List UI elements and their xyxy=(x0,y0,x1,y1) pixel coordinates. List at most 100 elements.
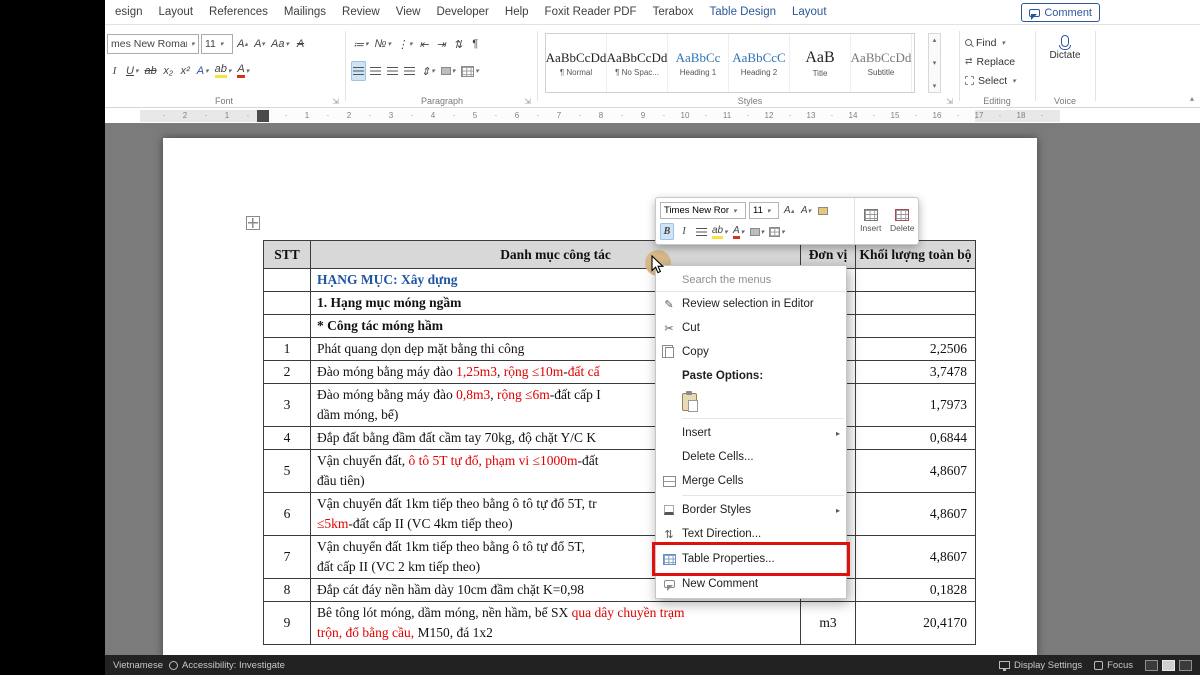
change-case-button[interactable]: Aa▾ xyxy=(269,34,291,54)
mini-italic-button[interactable]: I xyxy=(677,223,691,240)
menu-item-delete-cells[interactable]: Delete Cells... xyxy=(656,445,846,469)
cell-qty[interactable]: 3,7478 xyxy=(856,361,976,384)
style-normal[interactable]: AaBbCcDd¶ Normal xyxy=(546,34,607,92)
cell-name[interactable]: Bê tông lót móng, dầm móng, nền hầm, bể … xyxy=(311,602,801,645)
comment-button[interactable]: Comment xyxy=(1021,3,1100,22)
mini-highlight-button[interactable]: ab▾ xyxy=(711,223,729,240)
mini-insert-button[interactable]: Insert xyxy=(855,198,887,244)
cell-qty[interactable] xyxy=(856,292,976,315)
ribbon-tab-help[interactable]: Help xyxy=(497,0,537,24)
ribbon-tab-references[interactable]: References xyxy=(201,0,276,24)
shrink-font-button[interactable]: A▾ xyxy=(252,34,267,54)
borders-button[interactable]: ▾ xyxy=(459,61,481,81)
menu-search-input[interactable]: Search the menus xyxy=(656,268,846,292)
focus-button[interactable]: Focus xyxy=(1094,660,1133,671)
cell-stt[interactable]: 9 xyxy=(264,602,311,645)
multilevel-list-button[interactable]: ⋮▾ xyxy=(395,34,415,54)
accessibility-status[interactable]: Accessibility: Investigate xyxy=(169,660,285,671)
menu-item-new-comment[interactable]: New Comment xyxy=(656,572,846,596)
select-button[interactable]: Select▾ xyxy=(965,71,1029,90)
web-layout-button[interactable] xyxy=(1179,660,1192,671)
cell-stt[interactable]: 1 xyxy=(264,338,311,361)
ribbon-tab-terabox[interactable]: Terabox xyxy=(645,0,702,24)
ribbon-tab-table-design[interactable]: Table Design xyxy=(702,0,784,24)
menu-item-copy[interactable]: Copy xyxy=(656,340,846,364)
style-heading-2[interactable]: AaBbCcCHeading 2 xyxy=(729,34,790,92)
show-formatting-button[interactable]: ¶ xyxy=(467,34,482,54)
cell-qty[interactable]: 1,7973 xyxy=(856,384,976,427)
header-stt[interactable]: STT xyxy=(264,241,311,269)
menu-item-review-selection-in-editor[interactable]: ✎Review selection in Editor xyxy=(656,292,846,316)
font-color-button[interactable]: A▾ xyxy=(235,61,251,81)
justify-button[interactable] xyxy=(402,61,417,81)
replace-button[interactable]: ⇄Replace xyxy=(965,52,1029,71)
style-subtitle[interactable]: AaBbCcDdSubtitle xyxy=(851,34,912,92)
menu-item-table-properties[interactable]: Table Properties... xyxy=(656,546,846,572)
cell-qty[interactable]: 4,8607 xyxy=(856,450,976,493)
decrease-indent-button[interactable]: ⇤ xyxy=(416,34,431,54)
menu-item-text-direction[interactable]: ⇅Text Direction... xyxy=(656,522,846,546)
ribbon-tab-foxit-reader-pdf[interactable]: Foxit Reader PDF xyxy=(537,0,645,24)
font-name-combobox[interactable]: mes New Romar▾ xyxy=(107,34,199,54)
mini-bold-button[interactable]: B xyxy=(660,223,674,240)
ribbon-tab-review[interactable]: Review xyxy=(334,0,388,24)
menu-item-paste-options[interactable]: Paste Options: xyxy=(656,364,846,388)
mini-borders-button[interactable]: ▾ xyxy=(768,223,786,240)
align-left-button[interactable] xyxy=(351,61,366,81)
paragraph-dialog-launcher[interactable]: ⇲ xyxy=(524,97,531,106)
ribbon-tab-view[interactable]: View xyxy=(388,0,429,24)
paste-button[interactable] xyxy=(682,393,697,411)
cell-unit[interactable]: m3 xyxy=(801,602,856,645)
cell-qty[interactable]: 0,6844 xyxy=(856,427,976,450)
mini-delete-button[interactable]: Delete xyxy=(887,198,919,244)
line-spacing-button[interactable]: ⇕▾ xyxy=(419,61,437,81)
style-no-spac[interactable]: AaBbCcDd¶ No Spac... xyxy=(607,34,668,92)
highlight-color-button[interactable]: ab▾ xyxy=(213,61,234,81)
ribbon-tab-esign[interactable]: esign xyxy=(107,0,151,24)
ribbon-tab-developer[interactable]: Developer xyxy=(428,0,496,24)
mini-grow-font-button[interactable]: A▴ xyxy=(782,202,796,219)
shading-button[interactable]: ▾ xyxy=(439,61,458,81)
cell-stt[interactable]: 5 xyxy=(264,450,311,493)
cell-stt[interactable]: 7 xyxy=(264,536,311,579)
align-right-button[interactable] xyxy=(385,61,400,81)
cell-stt[interactable]: 3 xyxy=(264,384,311,427)
sort-button[interactable]: ⇅ xyxy=(450,34,465,54)
bullets-button[interactable]: ≔▾ xyxy=(351,34,371,54)
cell-qty[interactable] xyxy=(856,269,976,292)
clear-formatting-button[interactable]: A xyxy=(293,34,308,54)
mini-shading-button[interactable]: ▾ xyxy=(749,223,766,240)
language-status[interactable]: Vietnamese xyxy=(113,660,163,671)
numbering-button[interactable]: №▾ xyxy=(373,34,393,54)
cell-stt[interactable] xyxy=(264,292,311,315)
font-size-combobox[interactable]: 11▾ xyxy=(201,34,233,54)
cell-stt[interactable]: 6 xyxy=(264,493,311,536)
ruler[interactable]: 21···123456789101112131415161718········… xyxy=(105,108,1200,123)
style-heading-1[interactable]: AaBbCcHeading 1 xyxy=(668,34,729,92)
table-move-handle-icon[interactable] xyxy=(246,216,260,230)
menu-item-cut[interactable]: ✂Cut xyxy=(656,316,846,340)
collapse-ribbon-button[interactable]: ▴ xyxy=(1190,94,1194,103)
cell-qty[interactable]: 4,8607 xyxy=(856,536,976,579)
cell-stt[interactable]: 8 xyxy=(264,579,311,602)
style-title[interactable]: AaBTitle xyxy=(790,34,851,92)
ribbon-tab-mailings[interactable]: Mailings xyxy=(276,0,334,24)
strikethrough-button[interactable]: ab xyxy=(142,61,158,81)
print-layout-button[interactable] xyxy=(1162,660,1175,671)
styles-dialog-launcher[interactable]: ⇲ xyxy=(946,97,953,106)
cell-qty[interactable] xyxy=(856,315,976,338)
mini-font-color-button[interactable]: A▾ xyxy=(732,223,746,240)
read-mode-button[interactable] xyxy=(1145,660,1158,671)
indent-marker[interactable] xyxy=(257,110,269,122)
cell-qty[interactable]: 20,4170 xyxy=(856,602,976,645)
cell-qty[interactable]: 2,2506 xyxy=(856,338,976,361)
dictate-button[interactable]: Dictate xyxy=(1041,35,1089,61)
subscript-button[interactable]: x₂ xyxy=(161,61,176,81)
cell-stt[interactable] xyxy=(264,315,311,338)
cell-stt[interactable] xyxy=(264,269,311,292)
cell-stt[interactable]: 2 xyxy=(264,361,311,384)
font-dialog-launcher[interactable]: ⇲ xyxy=(332,97,339,106)
cell-qty[interactable]: 0,1828 xyxy=(856,579,976,602)
cell-qty[interactable]: 4,8607 xyxy=(856,493,976,536)
format-painter-button[interactable] xyxy=(816,202,830,219)
